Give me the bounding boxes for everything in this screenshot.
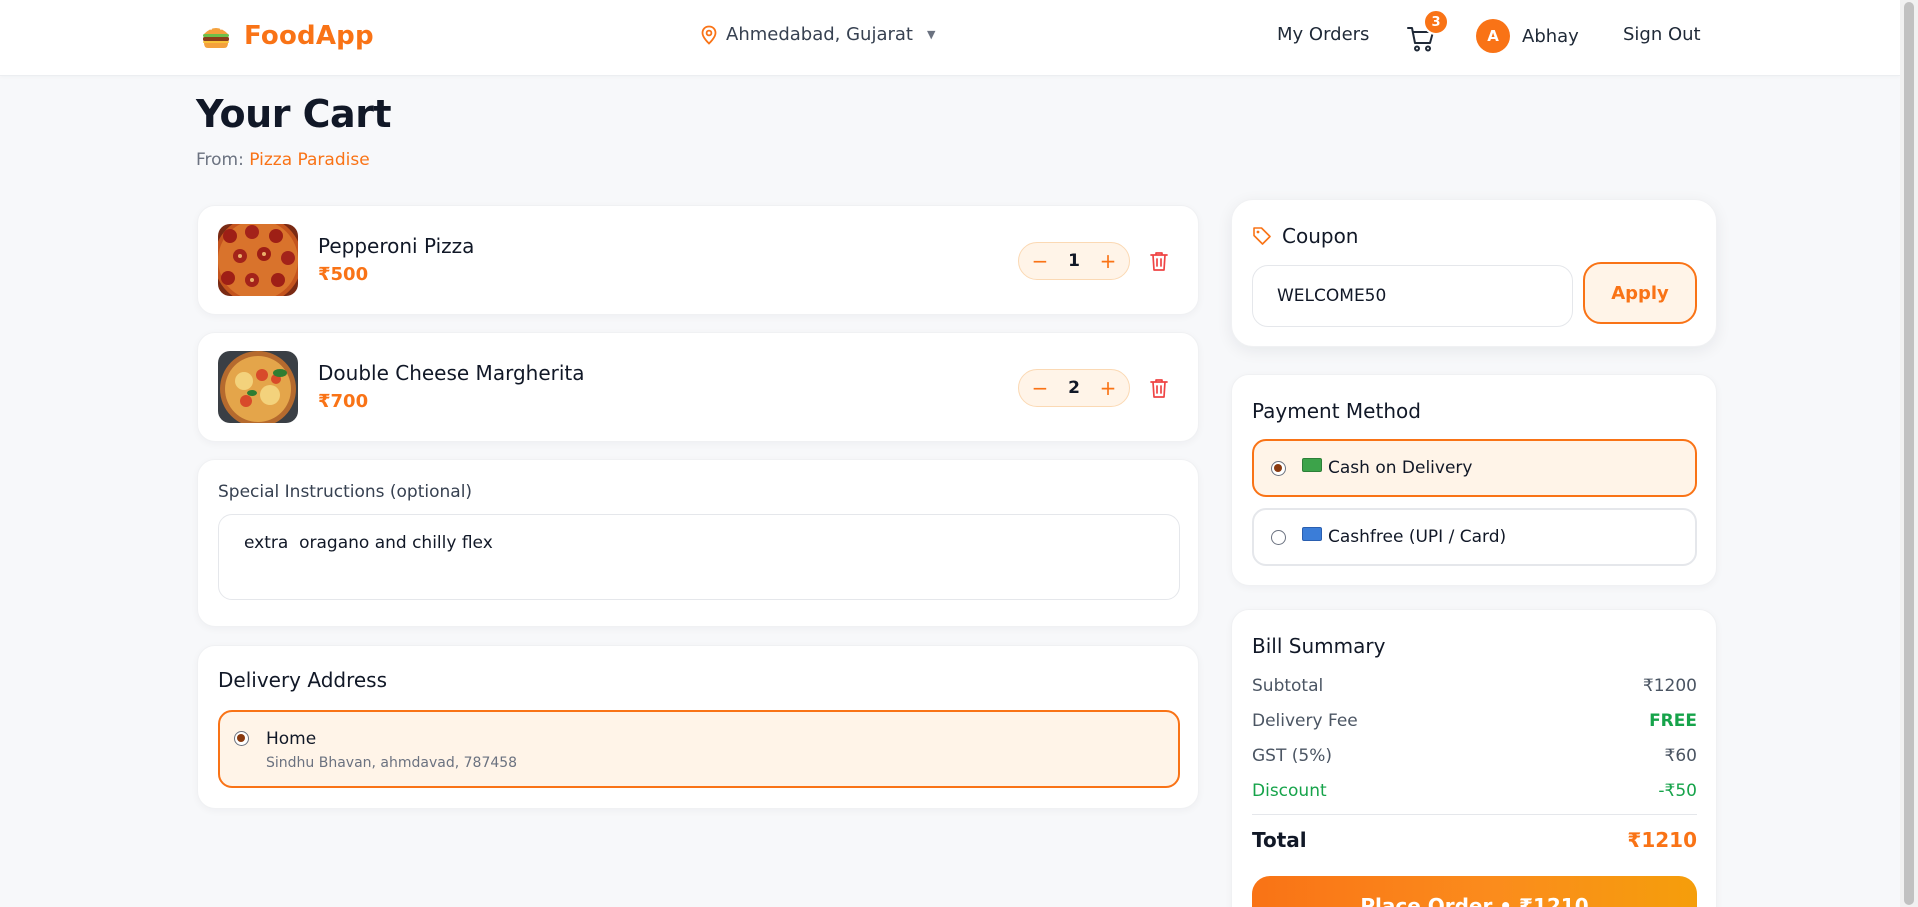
payment-method-heading: Payment Method	[1252, 399, 1421, 423]
total-value: ₹1210	[1627, 828, 1697, 852]
bill-summary-heading: Bill Summary	[1252, 634, 1386, 658]
page-title: Your Cart	[196, 92, 392, 136]
item-name: Pepperoni Pizza	[318, 234, 475, 258]
restaurant-source: From: Pizza Paradise	[196, 150, 370, 170]
scrollbar-thumb[interactable]	[1904, 2, 1914, 905]
address-option-home[interactable]: Home Sindhu Bhavan, ahmdavad, 787458	[218, 710, 1180, 788]
coupon-title: Coupon	[1282, 224, 1359, 248]
bill-row-discount: Discount -₹50	[1252, 781, 1697, 801]
credit-card-icon	[1302, 527, 1322, 541]
avatar: A	[1476, 19, 1510, 53]
delivery-fee-value: FREE	[1649, 711, 1697, 731]
location-text: Ahmedabad, Gujarat	[726, 24, 913, 45]
user-menu[interactable]: A Abhay	[1476, 19, 1579, 53]
pepperoni-pizza-image	[218, 224, 298, 296]
discount-label: Discount	[1252, 781, 1327, 801]
item-name: Double Cheese Margherita	[318, 361, 585, 385]
location-selector[interactable]: Ahmedabad, Gujarat ▼	[700, 24, 935, 45]
user-name: Abhay	[1522, 25, 1579, 47]
coupon-input[interactable]	[1252, 265, 1573, 327]
payment-option-cashfree[interactable]: Cashfree (UPI / Card)	[1252, 508, 1697, 566]
special-instructions-label: Special Instructions (optional)	[218, 482, 473, 502]
item-price: ₹700	[318, 391, 369, 412]
place-order-button[interactable]: Place Order • ₹1210	[1252, 876, 1697, 907]
decrease-quantity-button[interactable]: −	[1031, 251, 1049, 271]
brand-name: FoodApp	[244, 21, 374, 51]
payment-option-cash[interactable]: Cash on Delivery	[1252, 439, 1697, 497]
quantity-stepper: − 1 +	[1018, 242, 1130, 280]
payment-radio[interactable]	[1271, 530, 1286, 545]
bill-summary-card: Bill Summary Subtotal ₹1200 Delivery Fee…	[1231, 609, 1717, 907]
bill-row-subtotal: Subtotal ₹1200	[1252, 676, 1697, 696]
subtotal-label: Subtotal	[1252, 676, 1324, 696]
map-pin-icon	[701, 25, 717, 45]
payment-method-card: Payment Method Cash on Delivery Cashfree…	[1231, 374, 1717, 586]
address-name: Home	[266, 729, 317, 749]
total-label: Total	[1252, 828, 1307, 852]
bill-row-total: Total ₹1210	[1252, 828, 1697, 852]
sign-out-button[interactable]: Sign Out	[1623, 24, 1701, 45]
delivery-address-card: Delivery Address Home Sindhu Bhavan, ahm…	[197, 645, 1199, 809]
bill-divider	[1252, 814, 1697, 815]
increase-quantity-button[interactable]: +	[1099, 378, 1117, 398]
address-line: Sindhu Bhavan, ahmdavad, 787458	[266, 755, 518, 771]
cart-count-badge: 3	[1423, 9, 1449, 35]
item-price: ₹500	[318, 264, 369, 285]
money-icon	[1302, 458, 1322, 472]
trash-icon[interactable]	[1148, 250, 1170, 272]
increase-quantity-button[interactable]: +	[1099, 251, 1117, 271]
special-instructions-card: Special Instructions (optional) extra or…	[197, 459, 1199, 627]
coupon-card: Coupon Apply	[1231, 199, 1717, 347]
cart-button[interactable]: 3	[1406, 9, 1449, 56]
tag-icon	[1253, 227, 1271, 245]
payment-label: Cashfree (UPI / Card)	[1328, 527, 1507, 547]
quantity-stepper: − 2 +	[1018, 369, 1130, 407]
burger-icon	[203, 26, 229, 48]
caret-down-icon: ▼	[927, 28, 936, 41]
cart-item: Pepperoni Pizza ₹500 − 1 +	[197, 205, 1199, 315]
decrease-quantity-button[interactable]: −	[1031, 378, 1049, 398]
brand-logo-link[interactable]: FoodApp	[200, 20, 374, 52]
margherita-pizza-image	[218, 351, 298, 423]
trash-icon[interactable]	[1148, 377, 1170, 399]
payment-label: Cash on Delivery	[1328, 458, 1473, 478]
cart-item: Double Cheese Margherita ₹700 − 2 +	[197, 332, 1199, 442]
special-instructions-input[interactable]: extra oragano and chilly flex	[218, 514, 1180, 600]
restaurant-link[interactable]: Pizza Paradise	[249, 150, 369, 170]
bill-row-gst: GST (5%) ₹60	[1252, 746, 1697, 766]
from-label: From:	[196, 150, 250, 170]
item-quantity: 1	[1068, 251, 1080, 271]
payment-radio[interactable]	[1271, 461, 1286, 476]
page-scrollbar[interactable]	[1900, 0, 1918, 907]
address-radio[interactable]	[234, 731, 249, 746]
delivery-fee-label: Delivery Fee	[1252, 711, 1358, 731]
bill-row-delivery: Delivery Fee FREE	[1252, 711, 1697, 731]
gst-value: ₹60	[1664, 746, 1697, 766]
item-quantity: 2	[1068, 378, 1080, 398]
apply-coupon-button[interactable]: Apply	[1583, 262, 1697, 324]
gst-label: GST (5%)	[1252, 746, 1332, 766]
my-orders-link[interactable]: My Orders	[1277, 24, 1369, 45]
discount-value: -₹50	[1658, 781, 1697, 801]
delivery-address-heading: Delivery Address	[218, 668, 388, 692]
top-navbar: FoodApp Ahmedabad, Gujarat ▼ My Orders 3…	[0, 0, 1900, 76]
subtotal-value: ₹1200	[1642, 676, 1697, 696]
